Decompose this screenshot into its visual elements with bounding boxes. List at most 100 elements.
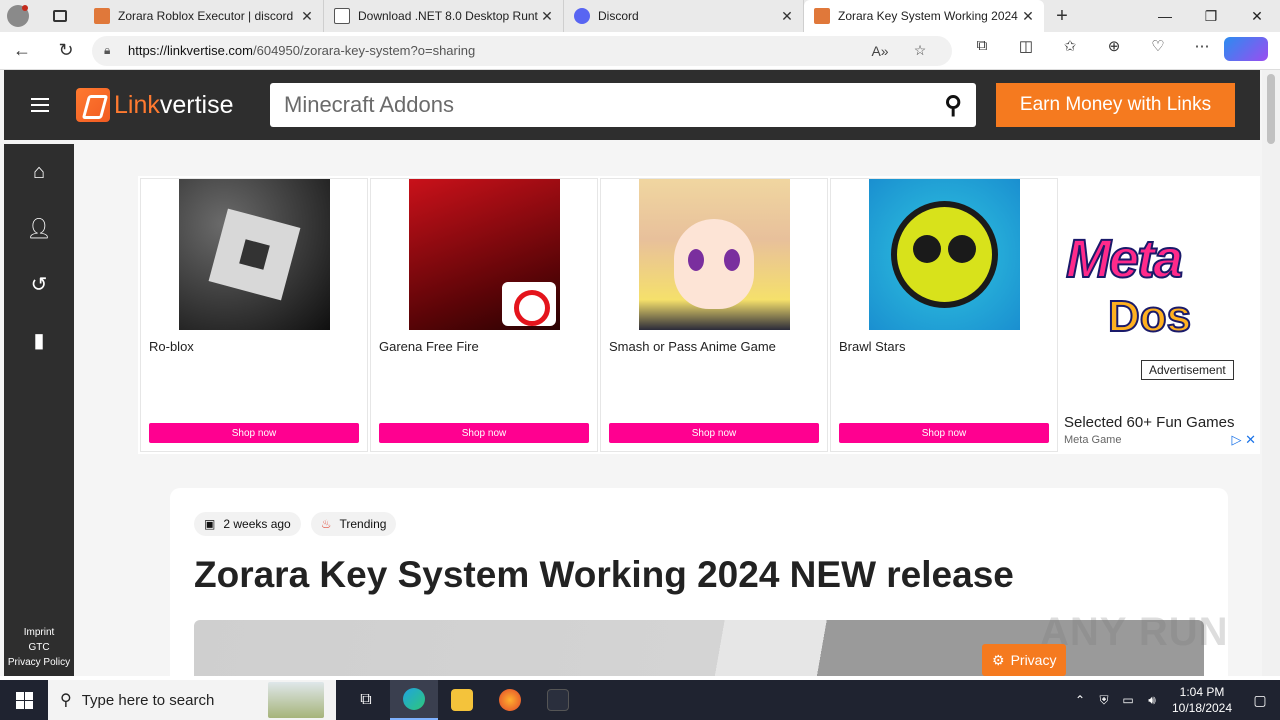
file-explorer-icon[interactable] (438, 680, 486, 720)
network-icon[interactable]: ▭ (1116, 693, 1140, 707)
more-menu-icon[interactable]: ⋯ (1180, 37, 1224, 65)
zorara-app-icon[interactable] (534, 680, 582, 720)
ad-card-roblox[interactable]: Ro-blox Shop now (140, 178, 368, 452)
shop-now-button[interactable]: Shop now (609, 423, 819, 443)
performance-icon[interactable]: ♡ (1136, 37, 1180, 65)
shop-now-button[interactable]: Shop now (839, 423, 1049, 443)
anyrun-watermark: ANY RUN (1040, 610, 1229, 654)
gtc-link[interactable]: GTC (4, 640, 74, 655)
browser-tab-3[interactable]: Discord ✕ (564, 0, 804, 32)
extensions-icon[interactable]: ⧉ (960, 37, 1004, 65)
back-button[interactable]: ← (0, 40, 44, 61)
user-icon[interactable]: 👤︎ (4, 200, 74, 256)
anime-girl-image (639, 179, 790, 330)
ad-card-title: Brawl Stars (839, 339, 906, 354)
imprint-link[interactable]: Imprint (4, 625, 74, 640)
trending-chip[interactable]: ♨ Trending (310, 512, 397, 536)
privacy-button[interactable]: ⚙ Privacy (982, 644, 1067, 676)
window-controls: — ❐ ✕ (1142, 8, 1280, 25)
web-page: Linkvertise Minecraft Addons ⚲ Earn Mone… (0, 70, 1262, 676)
refresh-button[interactable]: ↻ (44, 40, 88, 61)
clock-date: 10/18/2024 (1171, 701, 1233, 715)
browser-tab-1[interactable]: Zorara Roblox Executor | discord ✕ (84, 0, 324, 32)
gear-icon: ⚙ (992, 651, 1005, 668)
close-window-button[interactable]: ✕ (1234, 8, 1280, 25)
tab-title: Download .NET 8.0 Desktop Runt (358, 9, 538, 23)
favorite-star-icon[interactable]: ☆ (900, 42, 940, 59)
discord-icon (574, 8, 590, 24)
metados-logo-top: Meta (1065, 228, 1184, 290)
trending-text: Trending (339, 517, 387, 531)
document-icon (334, 8, 350, 24)
ad-headline[interactable]: Selected 60+ Fun Games (1064, 414, 1235, 431)
ad-card-brawl[interactable]: Brawl Stars Shop now (830, 178, 1058, 452)
search-icon[interactable]: ⚲ (944, 91, 962, 120)
shop-now-button[interactable]: Shop now (149, 423, 359, 443)
maximize-button[interactable]: ❐ (1188, 8, 1234, 25)
shop-now-button[interactable]: Shop now (379, 423, 589, 443)
browser-tab-4-active[interactable]: Zorara Key System Working 2024 ✕ (804, 0, 1044, 32)
earn-money-button[interactable]: Earn Money with Links (996, 83, 1235, 127)
garena-free-fire-image (409, 179, 560, 330)
edge-taskbar-icon[interactable] (390, 680, 438, 720)
url-path: /604950/zorara-key-system?o=sharing (253, 43, 476, 58)
taskbar-apps: ⧉ (342, 680, 582, 720)
calendar-icon: ▣ (204, 517, 216, 531)
read-aloud-icon[interactable]: A» (860, 43, 900, 59)
history-icon[interactable]: ↺ (4, 256, 74, 312)
home-icon[interactable]: ⌂ (4, 144, 74, 200)
notification-icon[interactable]: ▢ (1240, 692, 1280, 709)
tab-favicon-icon (94, 8, 110, 24)
left-sidebar: ⌂ 👤︎ ↺ ▮ Imprint GTC Privacy Policy (4, 144, 74, 676)
windows-logo-icon (15, 691, 33, 709)
date-text: 2 weeks ago (223, 517, 291, 531)
linkvertise-logo-icon (76, 88, 110, 122)
side-advertisement[interactable]: Meta Dos Advertisement Selected 60+ Fun … (1058, 176, 1260, 454)
firefox-icon[interactable] (486, 680, 534, 720)
ad-card-anime[interactable]: Smash or Pass Anime Game Shop now (600, 178, 828, 452)
metados-logo-bottom: Dos (1107, 291, 1192, 342)
address-bar-row: ← ↻ 🔒︎ https://linkvertise.com/604950/zo… (0, 32, 1280, 70)
roblox-logo-image (179, 179, 330, 330)
advertisement-label: Advertisement (1141, 360, 1234, 380)
taskbar-search-box[interactable]: ⚲ Type here to search (48, 680, 336, 720)
ad-card-garena[interactable]: Garena Free Fire Shop now (370, 178, 598, 452)
article-meta: ▣ 2 weeks ago ♨ Trending (194, 512, 397, 536)
site-search-input[interactable]: Minecraft Addons ⚲ (270, 83, 976, 127)
tab-close-icon[interactable]: ✕ (539, 8, 555, 25)
logo-vertise-text: vertise (159, 90, 234, 119)
start-button[interactable] (0, 680, 48, 720)
privacy-policy-link[interactable]: Privacy Policy (4, 655, 74, 670)
search-highlight-image (268, 682, 324, 718)
lock-icon[interactable]: 🔒︎ (104, 43, 128, 58)
profile-avatar[interactable] (0, 0, 36, 32)
bookmark-icon[interactable]: ▮ (4, 312, 74, 368)
url-field[interactable]: 🔒︎ https://linkvertise.com/604950/zorara… (92, 35, 952, 66)
tab-actions-button[interactable] (36, 0, 84, 32)
tab-close-icon[interactable]: ✕ (299, 8, 315, 25)
volume-icon[interactable]: 🔊︎ (1140, 693, 1164, 708)
tab-close-icon[interactable]: ✕ (1020, 8, 1036, 25)
article-title: Zorara Key System Working 2024 NEW relea… (194, 554, 1014, 595)
split-screen-icon[interactable]: ◫ (1004, 37, 1048, 65)
security-icon[interactable]: ⛨ (1092, 693, 1116, 708)
system-clock[interactable]: 1:04 PM 10/18/2024 (1164, 684, 1240, 716)
collections-icon[interactable]: ⊕ (1092, 37, 1136, 65)
minimize-button[interactable]: — (1142, 8, 1188, 25)
adchoices-icon[interactable]: ▷ ✕ (1231, 432, 1256, 448)
brawl-stars-skull-image (869, 179, 1020, 330)
chevron-up-icon[interactable]: ⌃ (1068, 693, 1092, 707)
ad-source: Meta Game (1064, 434, 1122, 446)
url-host: https://linkvertise.com (128, 43, 253, 58)
page-scrollbar[interactable] (1262, 70, 1280, 676)
task-view-icon[interactable]: ⧉ (342, 680, 390, 720)
favorites-icon[interactable]: ✩ (1048, 37, 1092, 65)
browser-tab-2[interactable]: Download .NET 8.0 Desktop Runt ✕ (324, 0, 564, 32)
linkvertise-logo[interactable]: Linkvertise (76, 88, 270, 122)
footer-links: Imprint GTC Privacy Policy (4, 625, 74, 670)
new-tab-button[interactable]: + (1044, 5, 1080, 28)
copilot-icon[interactable] (1224, 36, 1268, 65)
tab-close-icon[interactable]: ✕ (779, 8, 795, 25)
browser-toolbar: ⧉ ◫ ✩ ⊕ ♡ ⋯ (960, 36, 1268, 65)
hamburger-menu-icon[interactable] (4, 98, 76, 112)
